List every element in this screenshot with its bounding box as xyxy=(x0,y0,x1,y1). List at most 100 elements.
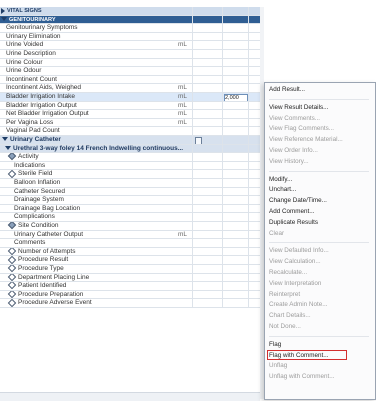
flowsheet-row[interactable]: Per Vagina Loss mL xyxy=(0,118,260,128)
result-cell[interactable] xyxy=(192,299,223,307)
flowsheet-row[interactable]: Urinary Catheter Output mL xyxy=(0,230,260,240)
result-cell[interactable] xyxy=(248,118,260,127)
result-cell[interactable] xyxy=(192,93,223,101)
menu-item-view-reference-material[interactable]: View Reference Material... xyxy=(269,135,369,145)
result-cell[interactable] xyxy=(222,247,249,256)
result-cell[interactable] xyxy=(248,110,260,118)
result-cell[interactable] xyxy=(222,187,249,196)
flowsheet-row[interactable]: Drainage System xyxy=(0,196,260,205)
flowsheet-row[interactable]: Procedure Result xyxy=(0,256,260,265)
flowsheet-row[interactable]: Urine Description xyxy=(0,50,260,59)
result-cell[interactable] xyxy=(222,41,249,49)
result-cell[interactable] xyxy=(248,75,260,84)
flowsheet-row[interactable]: Procedure Preparation xyxy=(0,290,260,300)
flowsheet-row[interactable]: Procedure Adverse Event xyxy=(0,299,260,308)
result-cell[interactable] xyxy=(248,273,260,282)
subsection-foley[interactable]: Urethral 3-way foley 14 French Indwellin… xyxy=(0,144,260,154)
result-cell[interactable] xyxy=(248,58,260,67)
menu-item-add-comment[interactable]: Add Comment... xyxy=(269,207,369,217)
result-cell[interactable] xyxy=(222,7,249,15)
result-cell[interactable] xyxy=(248,213,260,221)
result-cell[interactable] xyxy=(248,247,260,256)
menu-item-reinterpret[interactable]: Reinterpret xyxy=(269,290,369,300)
result-cell[interactable] xyxy=(248,265,260,273)
menu-item-unflag[interactable]: Unflag xyxy=(269,361,369,371)
flowsheet-row[interactable]: Incontinent Aids, Weighed mL xyxy=(0,84,260,93)
flowsheet-row[interactable]: Bladder Irrigation Output mL xyxy=(0,101,260,111)
menu-item-duplicate-results[interactable]: Duplicate Results xyxy=(269,218,369,228)
result-cell[interactable] xyxy=(248,15,260,24)
result-cell[interactable] xyxy=(222,153,249,161)
menu-item-view-interpretation[interactable]: View Interpretation xyxy=(269,279,369,289)
flowsheet-row[interactable]: Urine Odour xyxy=(0,67,260,76)
menu-item-create-admin-note[interactable]: Create Admin Note... xyxy=(269,300,369,310)
result-cell[interactable] xyxy=(248,239,260,247)
result-cell[interactable] xyxy=(222,256,249,264)
result-cell[interactable] xyxy=(222,196,249,204)
result-cell[interactable] xyxy=(248,32,260,41)
result-cell[interactable] xyxy=(248,196,260,204)
result-cell[interactable] xyxy=(222,273,249,282)
result-cell[interactable] xyxy=(192,67,223,75)
menu-item-view-order-info[interactable]: View Order Info... xyxy=(269,146,369,156)
result-cell[interactable] xyxy=(222,15,249,24)
flowsheet-row[interactable]: Urinary Elimination xyxy=(0,32,260,42)
result-cell[interactable] xyxy=(248,127,260,135)
result-cell[interactable] xyxy=(222,127,249,135)
flowsheet-row[interactable]: Department Placing Line xyxy=(0,273,260,283)
result-cell[interactable] xyxy=(248,161,260,170)
result-cell[interactable] xyxy=(222,101,249,110)
result-cell[interactable] xyxy=(248,144,260,153)
result-cell[interactable] xyxy=(192,136,223,144)
result-cell[interactable] xyxy=(192,24,223,32)
result-cell[interactable] xyxy=(248,170,260,178)
result-cell[interactable] xyxy=(192,15,223,24)
result-cell[interactable] xyxy=(222,32,249,41)
result-cell[interactable] xyxy=(192,196,223,204)
result-cell[interactable] xyxy=(222,299,249,307)
menu-item-add-result[interactable]: Add Result... xyxy=(269,85,369,95)
result-cell[interactable] xyxy=(222,50,249,58)
menu-item-unflag-with-comment[interactable]: Unflag with Comment... xyxy=(269,372,369,382)
flowsheet-row[interactable]: Site Condition xyxy=(0,222,260,231)
result-cell[interactable] xyxy=(222,239,249,247)
result-cell[interactable] xyxy=(222,204,249,213)
flowsheet-row[interactable]: Number of Attempts xyxy=(0,247,260,257)
result-cell[interactable] xyxy=(192,161,223,170)
menu-item-clear[interactable]: Clear xyxy=(269,229,369,239)
result-cell[interactable] xyxy=(222,58,249,67)
result-cell[interactable] xyxy=(222,290,249,299)
flowsheet-row[interactable]: Drainage Bag Location xyxy=(0,204,260,214)
result-cell[interactable] xyxy=(222,110,249,118)
result-cell[interactable] xyxy=(222,282,249,290)
flowsheet-row[interactable]: Indications xyxy=(0,161,260,171)
flowsheet-row[interactable]: Complications xyxy=(0,213,260,222)
result-cell[interactable] xyxy=(192,32,223,41)
result-cell[interactable] xyxy=(248,24,260,32)
result-cell[interactable] xyxy=(248,179,260,187)
result-cell[interactable] xyxy=(192,170,223,178)
result-cell[interactable] xyxy=(222,265,249,273)
flowsheet-row[interactable]: Vaginal Pad Count xyxy=(0,127,260,136)
menu-item-view-comments[interactable]: View Comments... xyxy=(269,114,369,124)
result-cell[interactable] xyxy=(192,153,223,161)
result-cell[interactable] xyxy=(192,282,223,290)
result-cell[interactable] xyxy=(222,75,249,84)
result-cell[interactable] xyxy=(222,136,249,144)
menu-item-flag[interactable]: Flag xyxy=(269,340,369,350)
flowsheet-row[interactable]: Genitourinary Symptoms xyxy=(0,24,260,33)
result-cell[interactable] xyxy=(248,50,260,58)
result-cell[interactable] xyxy=(248,230,260,239)
section-header[interactable]: VITAL SIGNS xyxy=(0,7,260,16)
result-cell[interactable] xyxy=(192,58,223,67)
selected-result-value[interactable]: 2,000 xyxy=(224,94,248,101)
result-cell[interactable] xyxy=(192,239,223,247)
menu-item-view-history[interactable]: View History... xyxy=(269,157,369,167)
menu-item-modify[interactable]: Modify... xyxy=(269,175,369,185)
result-cell[interactable] xyxy=(248,222,260,230)
result-cell[interactable] xyxy=(222,84,249,92)
result-cell[interactable] xyxy=(222,144,249,153)
section-header[interactable]: GENITOURINARY xyxy=(0,15,260,25)
result-cell[interactable] xyxy=(248,93,260,101)
flowsheet-row[interactable]: Sterile Field xyxy=(0,170,260,179)
